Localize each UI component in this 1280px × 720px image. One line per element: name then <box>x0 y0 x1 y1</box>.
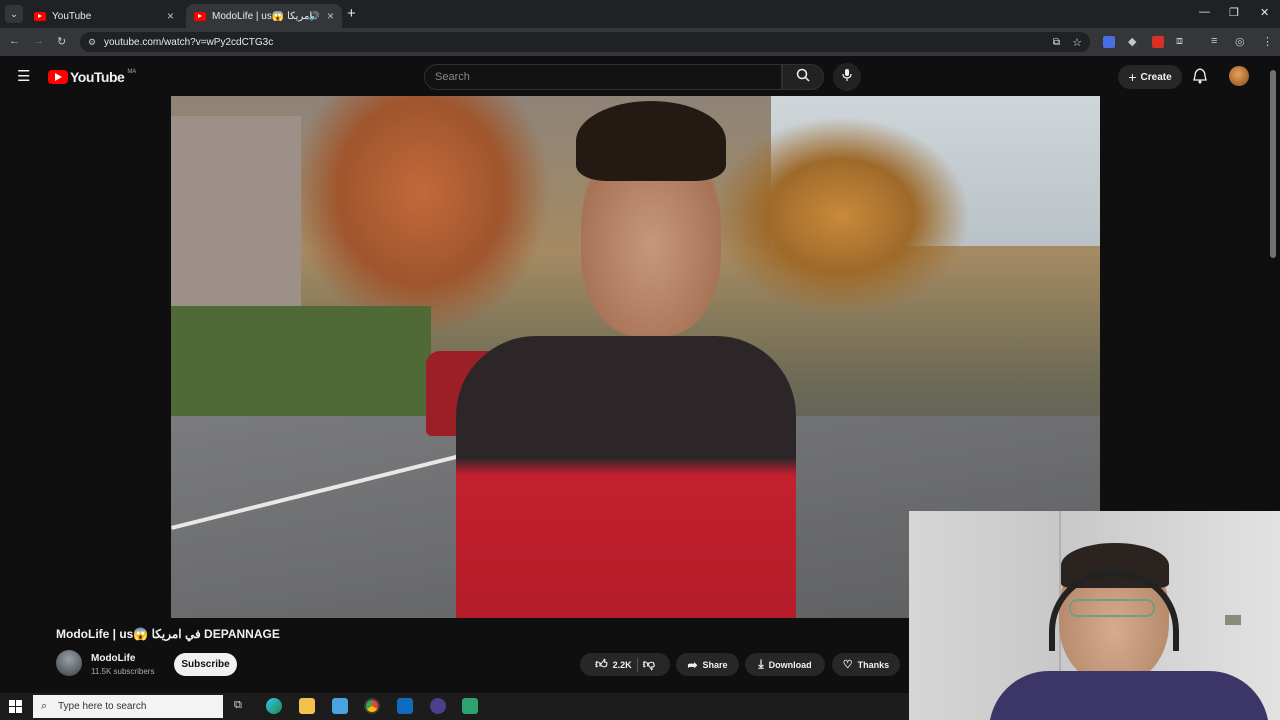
browser-tab-youtube[interactable]: YouTube × <box>26 4 182 28</box>
page-scrollbar[interactable] <box>1270 70 1276 258</box>
download-icon: ⤓ <box>758 657 764 671</box>
video-frame-person-hair <box>576 101 726 181</box>
video-frame-tree-left <box>291 96 551 336</box>
search-input[interactable]: Search <box>424 64 782 90</box>
webcam-glasses <box>1069 599 1155 617</box>
webcam-overlay <box>909 511 1280 720</box>
notifications-bell-icon[interactable] <box>1193 68 1207 89</box>
voice-search-button[interactable] <box>833 63 861 91</box>
back-icon[interactable]: ← <box>9 35 20 47</box>
windows-start-icon[interactable] <box>9 700 22 713</box>
thanks-heart-icon: ♡ <box>842 659 853 671</box>
region-badge: MA <box>127 69 137 75</box>
youtube-logo-text: YouTube <box>70 69 125 85</box>
profile-icon[interactable]: ◎ <box>1235 35 1245 48</box>
thumbs-up-icon: 👍︎ <box>595 657 608 671</box>
url-text: youtube.com/watch?v=wPy2cdCTG3c <box>104 36 274 48</box>
share-button[interactable]: ➦ Share <box>676 653 739 676</box>
microsoft-store-icon[interactable] <box>332 698 348 714</box>
webcam-person-hoodie <box>989 671 1269 720</box>
video-frame-person-sweater <box>456 336 796 618</box>
taskbar-search-icon: ⌕ <box>41 700 48 712</box>
video-frame-house <box>171 116 301 316</box>
browser-toolbar: ← → ↻ ⚙ youtube.com/watch?v=wPy2cdCTG3c … <box>0 28 1280 56</box>
share-label: Share <box>702 659 728 670</box>
like-dislike-group: 👍︎ 2.2K 👎︎ <box>580 653 670 676</box>
thanks-button[interactable]: ♡ Thanks <box>832 653 900 676</box>
address-bar[interactable]: ⚙ youtube.com/watch?v=wPy2cdCTG3c ⧉ ☆ <box>80 32 1090 52</box>
taskbar-search-placeholder: Type here to search <box>58 701 147 712</box>
microphone-icon <box>841 68 853 87</box>
tab-title: YouTube <box>52 10 92 22</box>
plus-icon: + <box>1128 69 1137 85</box>
youtube-logo[interactable]: YouTube MA <box>48 69 136 85</box>
download-label: Download <box>768 659 812 670</box>
search-placeholder: Search <box>435 71 470 83</box>
browser-tab-active[interactable]: ModoLife | us😱 في امريكا 🔊 × <box>186 4 342 28</box>
extension-icon[interactable]: ◆ <box>1128 35 1136 48</box>
divider <box>636 657 638 672</box>
media-control-icon[interactable]: ≡ <box>1211 35 1217 47</box>
close-window-icon[interactable]: ✕ <box>1260 6 1269 19</box>
restore-icon[interactable]: ❐ <box>1229 6 1239 19</box>
webcam-wall-sign <box>1225 615 1241 625</box>
browser-tab-strip: ⌄ YouTube × ModoLife | us😱 في امريكا 🔊 ×… <box>0 0 1280 28</box>
youtube-favicon-icon <box>194 11 206 21</box>
minimize-icon[interactable]: — <box>1199 6 1210 18</box>
taskbar-search-box[interactable]: ⌕ Type here to search <box>33 695 223 718</box>
search-button[interactable] <box>782 64 824 90</box>
share-arrow-icon: ➦ <box>687 657 698 672</box>
like-button[interactable]: 👍︎ 2.2K <box>595 657 632 672</box>
task-view-icon[interactable]: ⧉ <box>234 699 242 712</box>
outlook-icon[interactable] <box>397 698 413 714</box>
bookmark-star-icon[interactable]: ☆ <box>1072 36 1082 49</box>
new-tab-button[interactable]: + <box>347 5 356 22</box>
menu-kebab-icon[interactable]: ⋮ <box>1262 35 1273 48</box>
close-tab-icon[interactable]: × <box>327 9 334 23</box>
channel-name[interactable]: ModoLife <box>91 653 135 664</box>
site-info-icon[interactable]: ⚙ <box>88 37 96 48</box>
audio-playing-icon[interactable]: 🔊 <box>309 11 320 22</box>
subscribe-button[interactable]: Subscribe <box>174 653 237 676</box>
edge-browser-icon[interactable] <box>266 698 282 714</box>
video-frame-grass <box>171 306 431 426</box>
search-icon <box>796 68 810 87</box>
account-avatar[interactable] <box>1229 66 1249 86</box>
thumbs-down-icon[interactable]: 👎︎ <box>643 657 655 672</box>
chrome-icon[interactable] <box>364 698 380 714</box>
create-label: Create <box>1140 71 1172 83</box>
windows-taskbar: ⌕ Type here to search ⧉ <box>0 693 909 720</box>
channel-avatar[interactable] <box>56 650 82 676</box>
tab-search-button[interactable]: ⌄ <box>5 5 23 23</box>
youtube-header: ☰ YouTube MA Search + Create <box>0 56 1280 96</box>
create-button[interactable]: + Create <box>1118 65 1182 89</box>
extension-red-icon[interactable] <box>1152 36 1164 48</box>
youtube-play-logo-icon <box>48 70 68 84</box>
reload-icon[interactable]: ↻ <box>57 35 66 48</box>
subscriber-count: 11.5K subscribers <box>91 667 155 676</box>
like-count: 2.2K <box>612 659 632 670</box>
app-green-icon[interactable] <box>462 698 478 714</box>
install-icon[interactable]: ⧉ <box>1053 37 1060 48</box>
tab-title: ModoLife | us😱 في امريكا <box>212 10 312 22</box>
thanks-label: Thanks <box>857 659 890 670</box>
extensions-puzzle-icon[interactable]: ⧈ <box>1176 35 1183 48</box>
video-frame-tree-right <box>711 116 971 316</box>
translate-extension-icon[interactable] <box>1103 36 1115 48</box>
close-tab-icon[interactable]: × <box>167 9 174 23</box>
download-button[interactable]: ⤓ Download <box>745 653 825 676</box>
hamburger-menu-icon[interactable]: ☰ <box>17 67 30 85</box>
forward-icon[interactable]: → <box>33 35 44 47</box>
file-explorer-icon[interactable] <box>299 698 315 714</box>
obs-studio-icon[interactable] <box>430 698 446 714</box>
youtube-favicon-icon <box>34 11 46 21</box>
video-title: ModoLife | us😱 في امريكا DEPANNAGE <box>56 627 280 641</box>
